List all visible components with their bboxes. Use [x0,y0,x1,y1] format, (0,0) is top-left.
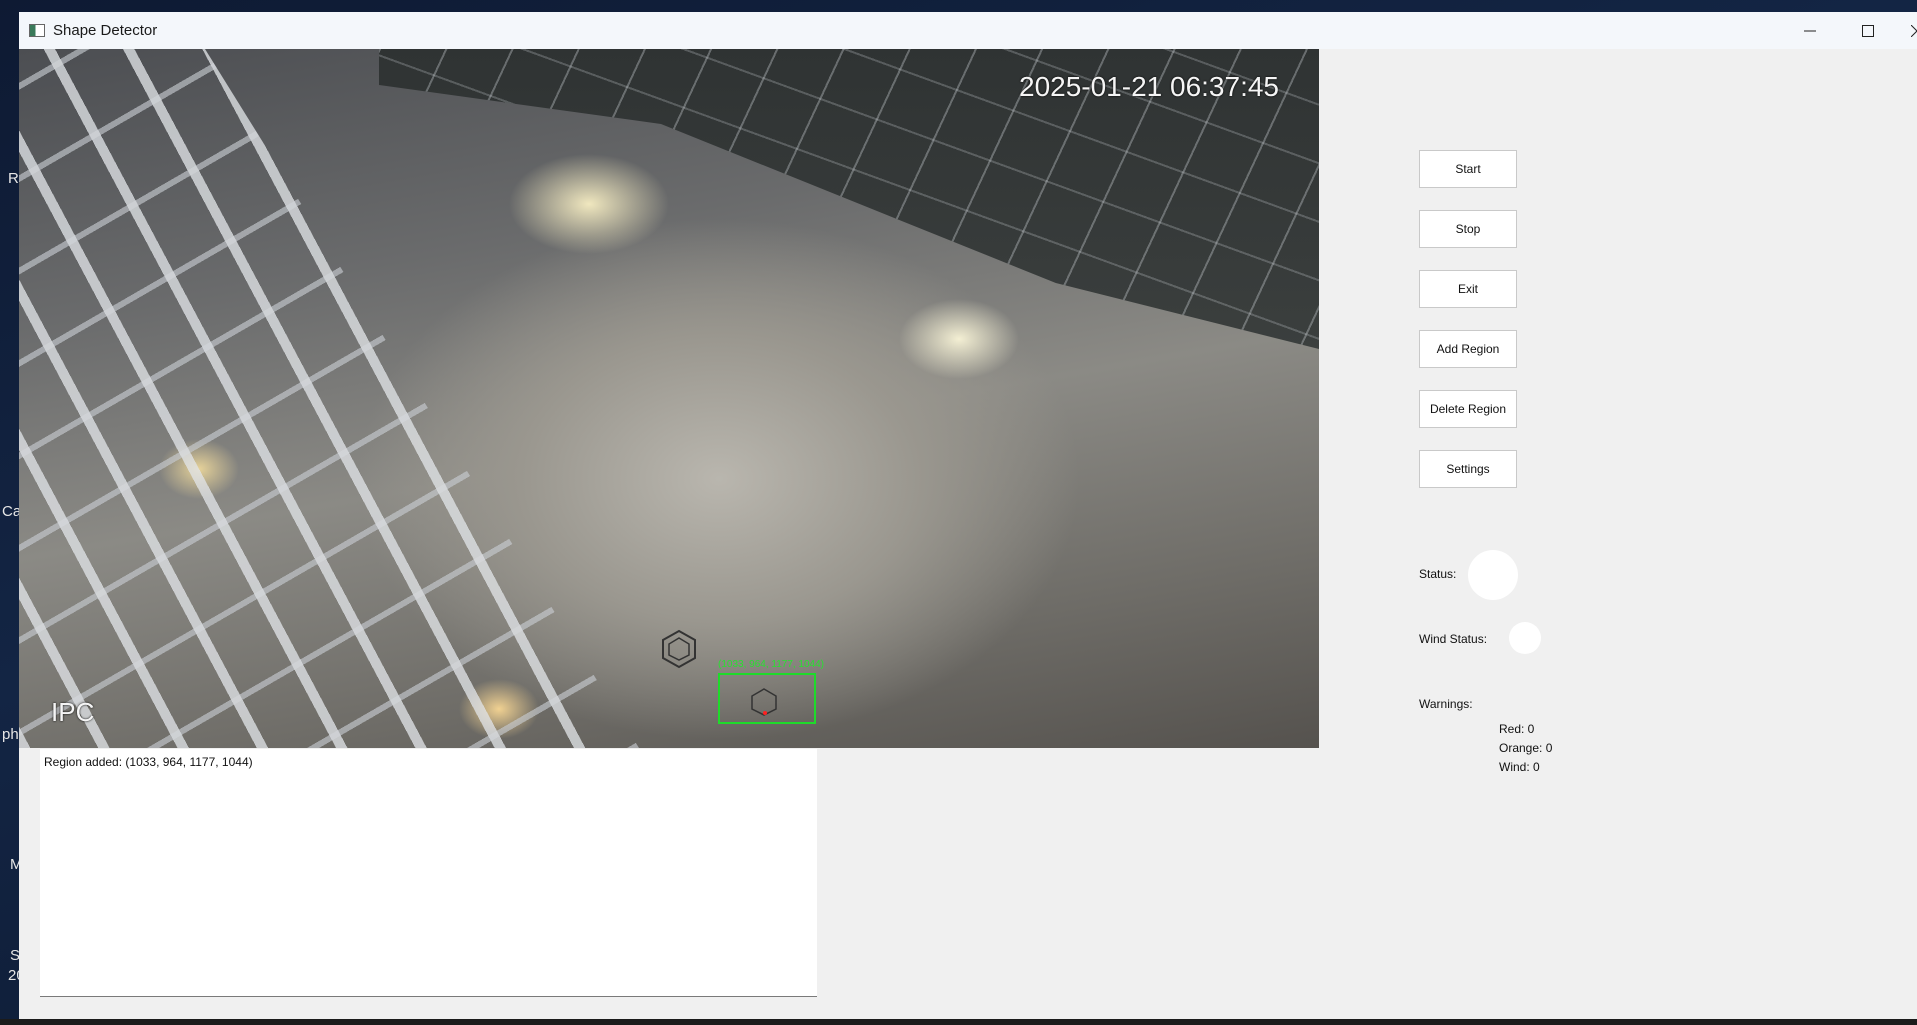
region-box[interactable] [718,673,816,724]
maximize-button[interactable] [1839,12,1897,49]
desktop-label: ph [2,726,19,743]
tower-structure [19,49,639,748]
warnings-title: Warnings: [1419,697,1473,711]
app-window: Shape Detector 2025-01-21 06:37:45 IPC (… [19,12,1917,1019]
add-region-button[interactable]: Add Region [1419,330,1517,368]
wind-status-label: Wind Status: [1419,632,1488,646]
minimize-button[interactable] [1781,12,1839,49]
desktop-label: R [8,170,19,187]
warning-red-count: Red: 0 [1499,722,1535,736]
warning-orange-count: Orange: 0 [1499,741,1553,755]
window-title: Shape Detector [53,22,158,39]
taskbar-edge [0,1019,1917,1025]
region-center-dot [763,711,767,715]
title-bar[interactable]: Shape Detector [19,12,1917,49]
exit-button[interactable]: Exit [1419,270,1517,308]
settings-button[interactable]: Settings [1419,450,1517,488]
stop-button[interactable]: Stop [1419,210,1517,248]
hexagon-marker-icon [662,629,696,669]
delete-region-button[interactable]: Delete Region [1419,390,1517,428]
log-line: Region added: (1033, 964, 1177, 1044) [44,755,253,769]
start-button[interactable]: Start [1419,150,1517,188]
maximize-icon [1862,24,1874,37]
minimize-icon [1804,30,1816,31]
close-button[interactable] [1897,12,1917,49]
warning-wind-count: Wind: 0 [1499,760,1540,774]
camera-label: IPC [51,697,95,727]
wind-status-indicator [1509,622,1541,654]
region-overlay-label: (1033, 964, 1177, 1044) [718,659,825,670]
log-panel[interactable]: Region added: (1033, 964, 1177, 1044) [40,749,817,997]
app-window-icon [29,24,45,37]
camera-feed[interactable]: 2025-01-21 06:37:45 IPC (1033, 964, 1177… [19,49,1319,748]
status-label: Status: [1419,567,1457,581]
close-icon [1911,24,1917,37]
status-indicator [1468,550,1518,600]
camera-timestamp: 2025-01-21 06:37:45 [1019,71,1279,102]
